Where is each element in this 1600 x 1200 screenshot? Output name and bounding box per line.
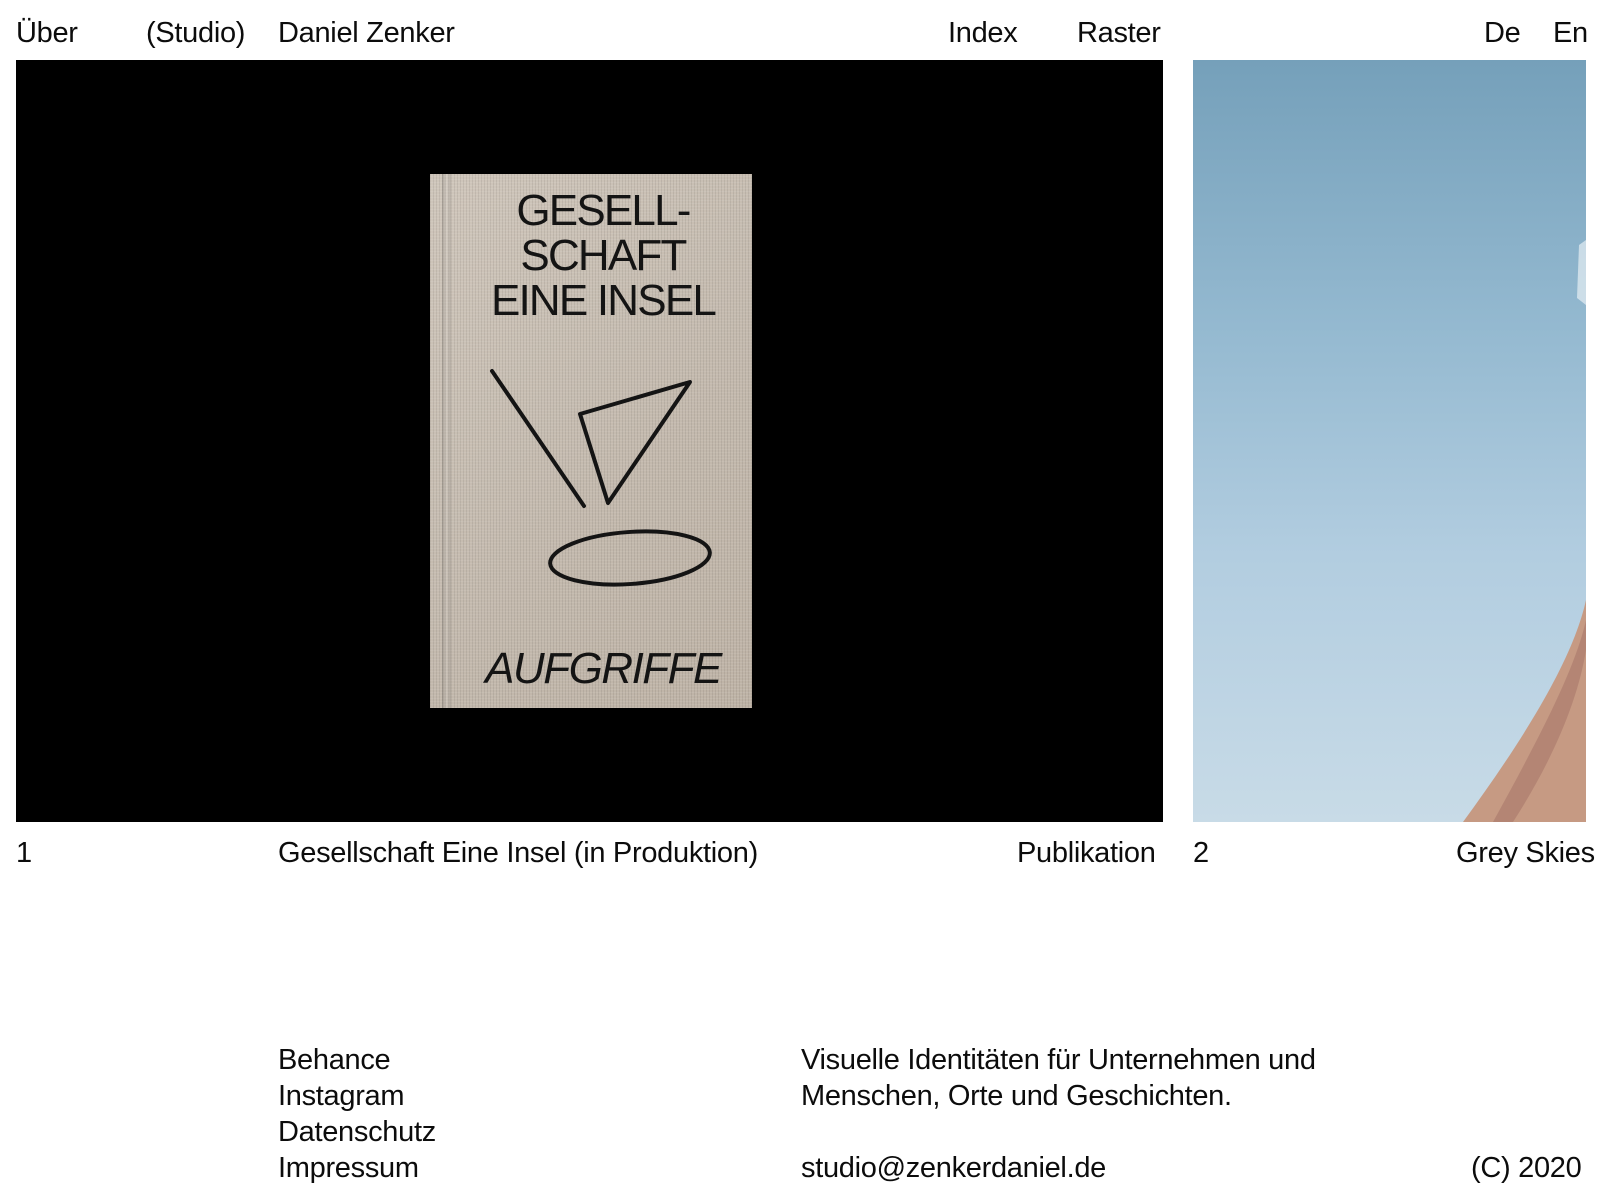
site-name-link[interactable]: Daniel Zenker [278,15,455,51]
project-2-number: 2 [1193,837,1209,869]
footer-links: Behance Instagram Datenschutz Impressum [278,1042,436,1186]
language-de-link[interactable]: De [1484,15,1521,51]
copyright: (C) 2020 [1471,1152,1582,1184]
nav-index-link[interactable]: Index [948,15,1018,51]
cover-line [490,369,586,508]
cover-triangle [578,380,692,505]
book-title: GESELL- SCHAFT EINE INSEL [490,186,717,325]
book-cover: GESELL- SCHAFT EINE INSEL AUFGRIFFE [430,174,752,708]
language-en-link[interactable]: En [1553,15,1588,51]
project-1-category: Publikation [1017,837,1156,869]
project-1-number: 1 [16,837,32,869]
footer-link-impressum[interactable]: Impressum [278,1152,419,1184]
project-2-photo [1463,240,1586,822]
page: Über (Studio) Daniel Zenker Index Raster… [0,0,1600,1200]
glass-object [1577,240,1586,305]
nav-raster-link[interactable]: Raster [1077,15,1161,51]
project-2-title[interactable]: Grey Skies [1456,835,1595,871]
nav-studio-link[interactable]: (Studio) [146,15,245,51]
footer-link-behance[interactable]: Behance [278,1044,391,1076]
cover-ellipse [548,529,712,587]
project-1-image[interactable]: GESELL- SCHAFT EINE INSEL AUFGRIFFE [16,60,1163,822]
book-publisher: AUFGRIFFE [485,644,722,693]
nav-about-link[interactable]: Über [16,15,78,51]
project-1-title[interactable]: Gesellschaft Eine Insel (in Produktion) [278,835,758,871]
footer-link-instagram[interactable]: Instagram [278,1080,405,1112]
studio-tagline: Visuelle Identitäten für Unternehmen und… [801,1044,1316,1112]
footer-link-datenschutz[interactable]: Datenschutz [278,1116,436,1148]
project-2-image[interactable] [1193,60,1586,822]
contact-email-link[interactable]: studio@zenkerdaniel.de [801,1150,1106,1186]
